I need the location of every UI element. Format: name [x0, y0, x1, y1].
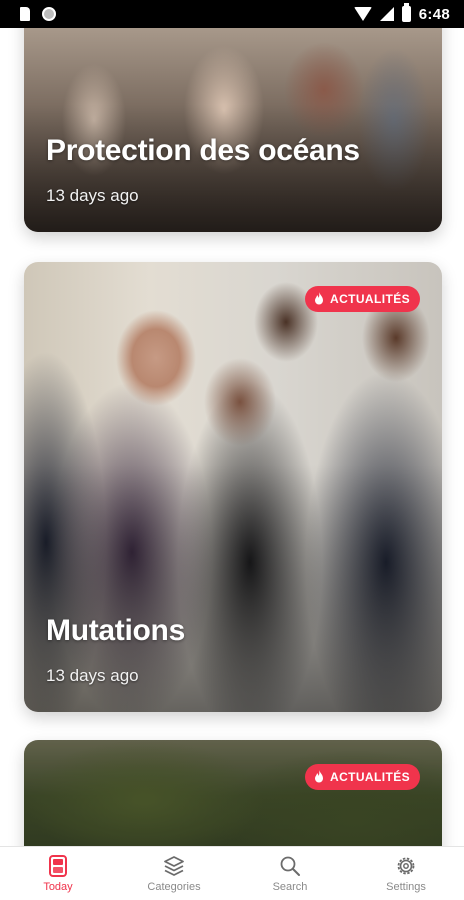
wifi-icon [353, 7, 372, 21]
search-icon [280, 856, 300, 876]
badge-label: ACTUALITÉS [330, 770, 410, 784]
sd-card-icon [20, 7, 30, 21]
status-time: 6:48 [418, 5, 450, 23]
article-date: 13 days ago [46, 186, 139, 205]
today-icon [49, 855, 67, 877]
badge-label: ACTUALITÉS [330, 292, 410, 306]
battery-icon [401, 3, 411, 22]
flame-icon [315, 292, 323, 305]
article-card[interactable]: ACTUALITÉS [24, 740, 442, 846]
nav-categories[interactable]: Categories [116, 847, 232, 900]
nav-search-label: Search [272, 881, 308, 893]
nav-settings-label: Settings [386, 881, 426, 893]
nav-categories-label: Categories [147, 881, 201, 893]
stack-icon [164, 856, 184, 876]
nav-today-label: Today [43, 881, 73, 893]
article-card[interactable]: ACTUALITÉS Mutations 13 days ago [24, 262, 442, 712]
cell-signal-icon [379, 7, 394, 21]
article-date: 13 days ago [46, 666, 139, 685]
article-title: Mutations [46, 614, 185, 647]
nav-search[interactable]: Search [232, 847, 348, 900]
article-title: Protection des océans [46, 134, 360, 167]
category-badge: ACTUALITÉS [305, 764, 420, 790]
notification-dot-icon [42, 7, 56, 21]
nav-settings[interactable]: Settings [348, 847, 464, 900]
article-feed[interactable]: Protection des océans 13 days ago ACTUAL… [0, 28, 464, 846]
nav-today[interactable]: Today [0, 847, 116, 900]
article-card[interactable]: Protection des océans 13 days ago [24, 28, 442, 232]
image-overlay [24, 740, 442, 846]
flame-icon [315, 770, 323, 783]
bottom-navigation: Today Categories Search Settings [0, 846, 464, 900]
status-right: 6:48 [353, 3, 450, 23]
gear-icon [397, 857, 415, 875]
status-bar: 6:48 [0, 0, 464, 28]
category-badge: ACTUALITÉS [305, 286, 420, 312]
status-left [20, 7, 56, 21]
